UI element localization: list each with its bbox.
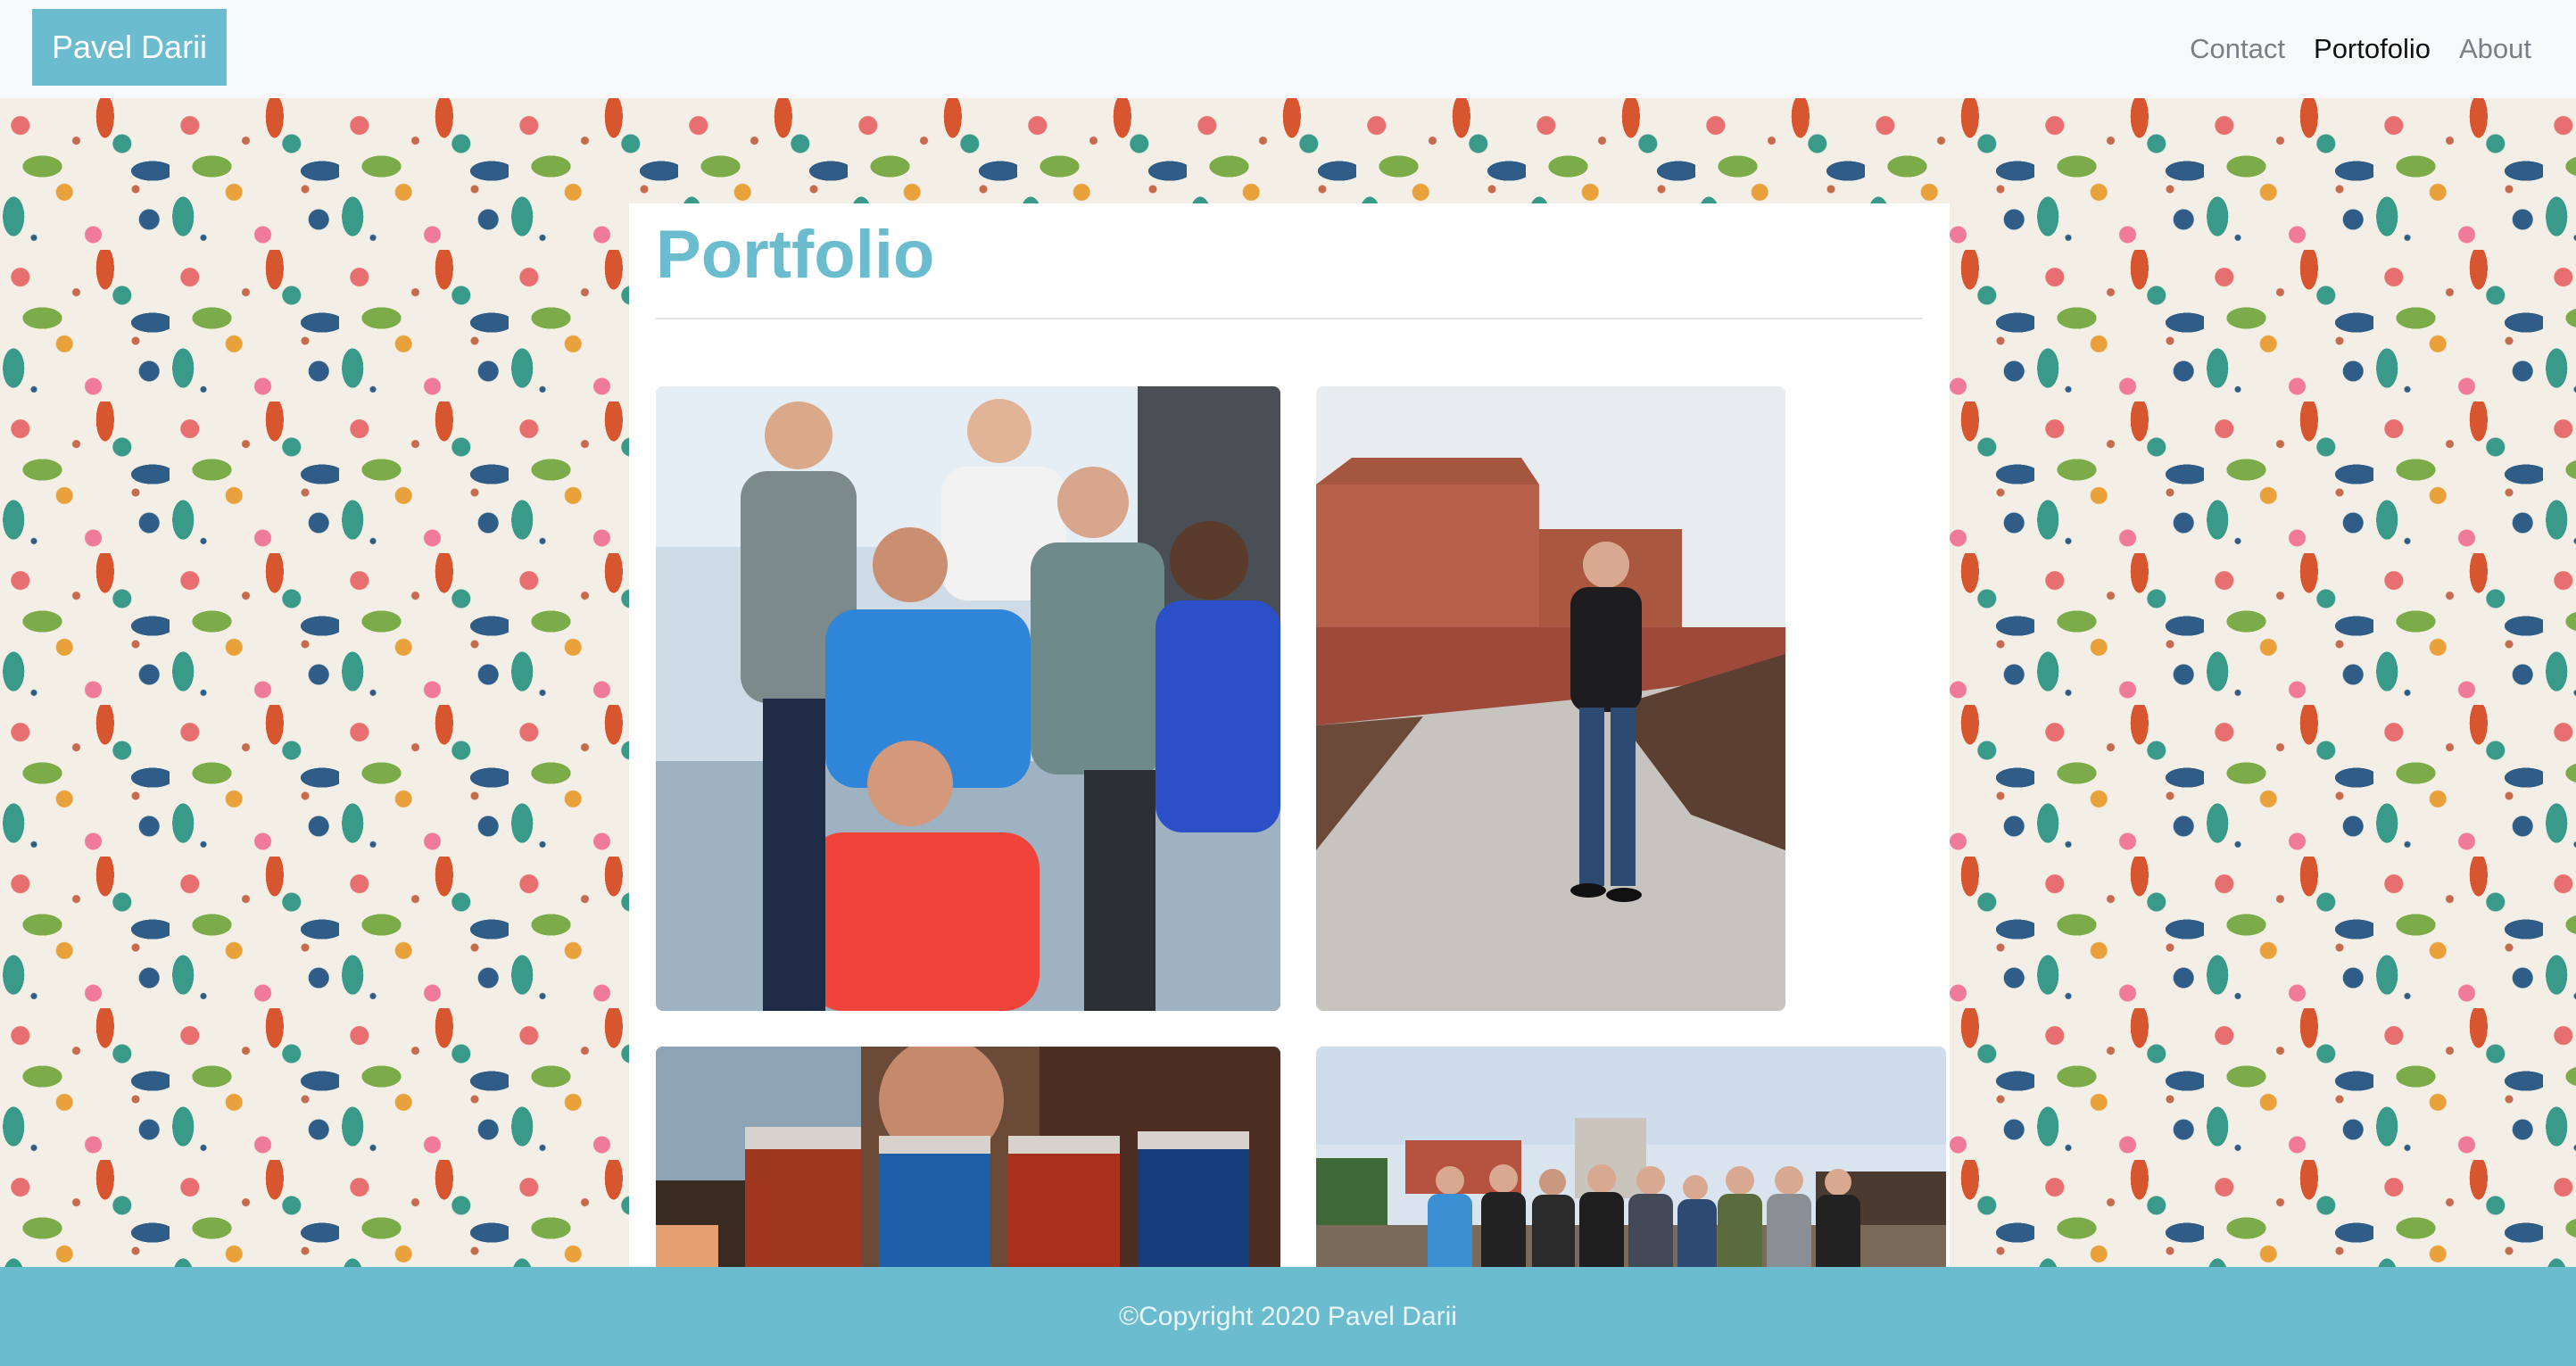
shot-glasses-image	[656, 1047, 1280, 1267]
copyright-text: ©Copyright 2020 Pavel Darii	[1119, 1301, 1457, 1331]
portfolio-card: Portfolio	[629, 203, 1950, 1267]
nav-link-contact[interactable]: Contact	[2190, 33, 2285, 65]
title-divider	[656, 318, 1923, 319]
page-title: Portfolio	[656, 217, 935, 293]
portfolio-photo-shot-glasses[interactable]	[656, 1047, 1280, 1267]
portfolio-photo-group-indoors[interactable]	[656, 386, 1280, 1011]
brand-logo[interactable]: Pavel Darii	[32, 9, 228, 86]
nav-link-about[interactable]: About	[2459, 33, 2531, 65]
man-by-walls-image	[1316, 386, 1785, 1011]
navbar: Pavel Darii Contact Portofolio About	[0, 0, 2576, 98]
portfolio-photo-man-by-walls[interactable]	[1316, 386, 1785, 1011]
group-photo-image	[656, 386, 1280, 1011]
nav-link-portofolio[interactable]: Portofolio	[2314, 33, 2431, 65]
nav-links: Contact Portofolio About	[2190, 0, 2531, 98]
portfolio-photo-group-outdoors[interactable]	[1316, 1047, 1946, 1267]
group-outdoors-image	[1316, 1047, 1946, 1267]
footer: ©Copyright 2020 Pavel Darii	[0, 1267, 2576, 1366]
